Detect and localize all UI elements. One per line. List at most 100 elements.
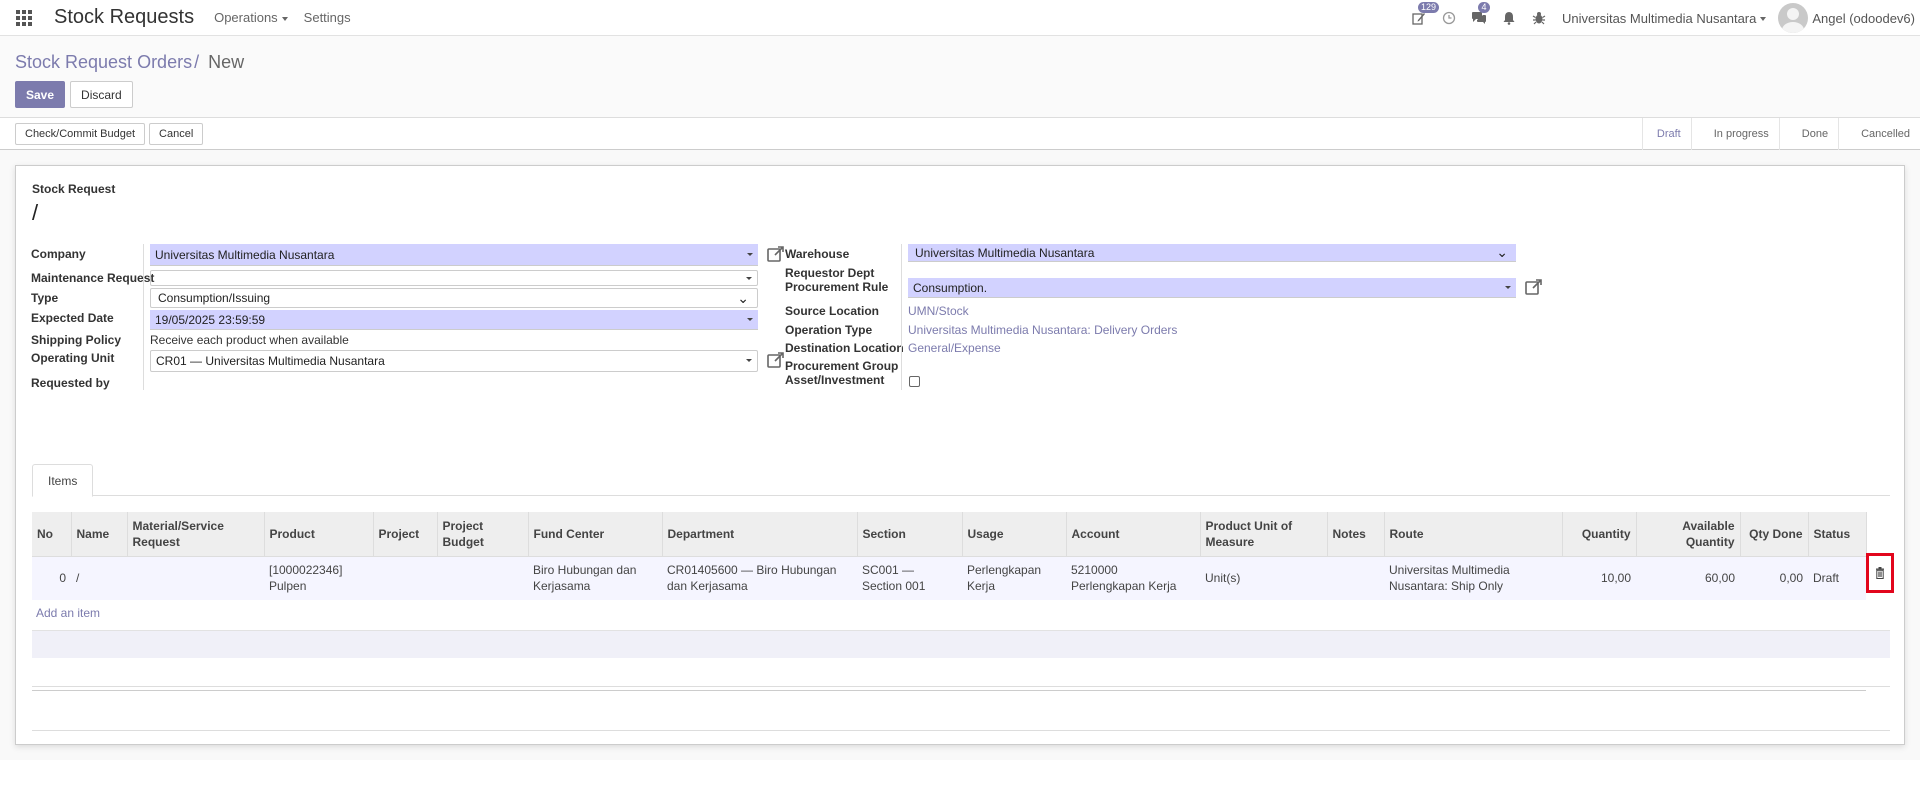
external-link-icon[interactable] [766, 350, 786, 370]
dropdown-caret-icon [1505, 286, 1511, 289]
cell-no[interactable]: 0 [32, 555, 71, 600]
procurement-rule-label: Procurement Rule [785, 280, 889, 294]
menu-operations[interactable]: Operations [214, 10, 288, 25]
col-header[interactable]: Product Unit of Measure [1200, 512, 1328, 556]
cell-section[interactable]: SC001 — Section 001 [857, 555, 962, 600]
col-header[interactable]: Quantity [1562, 512, 1637, 556]
col-header[interactable]: Name [71, 512, 128, 556]
operating-unit-field[interactable]: CR01 — Universitas Multimedia Nusantara [150, 350, 758, 372]
shipping-policy-value[interactable]: Receive each product when available [150, 333, 349, 347]
cell-account[interactable]: 5210000 Perlengkapan Kerja [1066, 555, 1200, 600]
messages-badge: 4 [1478, 2, 1490, 13]
external-link-icon[interactable] [766, 244, 786, 264]
col-header[interactable]: No [32, 512, 72, 556]
avatar[interactable] [1778, 3, 1809, 33]
col-header[interactable]: Project Budget [437, 512, 529, 556]
systray: 129 4 Universitas Multimedia Nusantara A… [1404, 0, 1920, 36]
expected-date-field[interactable]: 19/05/2025 23:59:59 [150, 310, 758, 330]
bell-icon[interactable] [1494, 0, 1524, 36]
cell-route[interactable]: Universitas Multimedia Nusantara: Ship O… [1384, 555, 1562, 600]
cell-usage[interactable]: Perlengkapan Kerja [962, 555, 1066, 600]
activity-edit-icon[interactable]: 129 [1404, 0, 1440, 36]
col-header[interactable]: Material/Service Request [127, 512, 265, 556]
procurement-rule-field[interactable]: Consumption. [908, 278, 1516, 298]
col-header[interactable]: Usage [962, 512, 1067, 556]
check-commit-budget-button[interactable]: Check/Commit Budget [15, 122, 146, 145]
col-header[interactable]: Available Quantity [1636, 512, 1741, 556]
cell-qty-done[interactable]: 0,00 [1740, 555, 1808, 600]
col-header[interactable]: Project [373, 512, 438, 556]
col-header[interactable]: Fund Center [528, 512, 663, 556]
destination-location-label: Destination Location [785, 341, 904, 355]
source-location-link[interactable]: UMN/Stock [908, 304, 969, 318]
col-header[interactable]: Notes [1327, 512, 1385, 556]
breadcrumb-separator: / [194, 52, 200, 72]
scrollbar-track[interactable] [32, 690, 1866, 691]
requested-by-label: Requested by [31, 376, 110, 390]
left-group-separator [143, 244, 144, 390]
app-menu-icon[interactable] [0, 0, 48, 36]
dropdown-caret-icon [747, 253, 753, 256]
breadcrumb: Stock Request Orders / New [15, 52, 1905, 73]
stage-done: Done [1778, 118, 1838, 150]
app-brand[interactable]: Stock Requests [54, 6, 194, 29]
maintenance-request-label: Maintenance Request [31, 271, 155, 285]
form-statusbar: Check/Commit Budget Cancel Draft In prog… [0, 118, 1920, 150]
breadcrumb-current: New [208, 52, 245, 72]
bug-icon[interactable] [1524, 0, 1554, 36]
company-switcher[interactable]: Universitas Multimedia Nusantara [1562, 11, 1767, 26]
col-header[interactable]: Section [857, 512, 963, 556]
cell-quantity[interactable]: 10,00 [1562, 555, 1636, 600]
cell-project[interactable] [373, 555, 437, 600]
cancel-button[interactable]: Cancel [149, 122, 204, 145]
stage-in-progress: In progress [1690, 118, 1779, 150]
cell-notes[interactable] [1327, 555, 1384, 600]
chevron-down-icon: ⌄ [737, 290, 749, 306]
cell-product[interactable]: [1000022346] Pulpen [264, 555, 373, 600]
maintenance-request-field[interactable] [150, 270, 758, 286]
dropdown-caret-icon [747, 318, 753, 321]
table-footer-line [32, 686, 1890, 687]
company-field[interactable]: Universitas Multimedia Nusantara [150, 244, 758, 266]
destination-location-link[interactable]: General/Expense [908, 341, 1001, 355]
messages-icon[interactable]: 4 [1464, 0, 1494, 36]
menu-settings[interactable]: Settings [304, 10, 351, 25]
col-header[interactable]: Qty Done [1740, 512, 1809, 556]
trash-icon [1876, 567, 1884, 579]
cell-uom[interactable]: Unit(s) [1200, 555, 1327, 600]
requestor-dept-label: Requestor Dept [785, 266, 875, 280]
type-select[interactable]: Consumption/Issuing ⌄ [150, 288, 758, 308]
operation-type-link[interactable]: Universitas Multimedia Nusantara: Delive… [908, 323, 1177, 337]
cell-material-request[interactable] [127, 555, 264, 600]
breadcrumb-parent[interactable]: Stock Request Orders [15, 52, 192, 72]
table-bottom-line [32, 730, 1890, 731]
tab-items[interactable]: Items [32, 464, 94, 497]
external-link-icon[interactable] [1524, 277, 1544, 297]
cell-name[interactable]: / [71, 555, 127, 600]
record-label: Stock Request [32, 182, 116, 196]
col-header[interactable]: Department [662, 512, 858, 556]
asset-investment-checkbox[interactable] [909, 376, 920, 387]
col-header[interactable]: Status [1808, 512, 1867, 556]
clock-icon[interactable] [1434, 0, 1464, 36]
user-menu[interactable]: Angel (odoodev6) [1812, 11, 1915, 26]
delete-row-button[interactable] [1866, 553, 1894, 593]
dropdown-caret-icon [746, 277, 752, 280]
discard-button[interactable]: Discard [70, 81, 133, 108]
cell-department[interactable]: CR01405600 — Biro Hubungan dan Kerjasama [662, 555, 857, 600]
save-button[interactable]: Save [15, 81, 66, 108]
cell-available-quantity[interactable]: 60,00 [1636, 555, 1740, 600]
cell-fund-center[interactable]: Biro Hubungan dan Kerjasama [528, 555, 662, 600]
stage-pipeline: Draft In progress Done Cancelled [1641, 118, 1920, 150]
col-header[interactable]: Route [1384, 512, 1563, 556]
col-header[interactable]: Product [264, 512, 374, 556]
warehouse-select[interactable]: Universitas Multimedia Nusantara ⌄ [908, 244, 1516, 262]
table-row[interactable]: 0 / [1000022346] Pulpen Biro Hubungan da… [32, 555, 1866, 600]
cell-project-budget[interactable] [437, 555, 528, 600]
top-navbar: Stock Requests Operations Settings 129 4… [0, 0, 1920, 36]
operation-type-label: Operation Type [785, 323, 873, 337]
add-item-link[interactable]: Add an item [36, 606, 100, 620]
col-header[interactable]: Account [1066, 512, 1201, 556]
cell-status[interactable]: Draft [1808, 555, 1866, 600]
empty-row [32, 630, 1890, 658]
